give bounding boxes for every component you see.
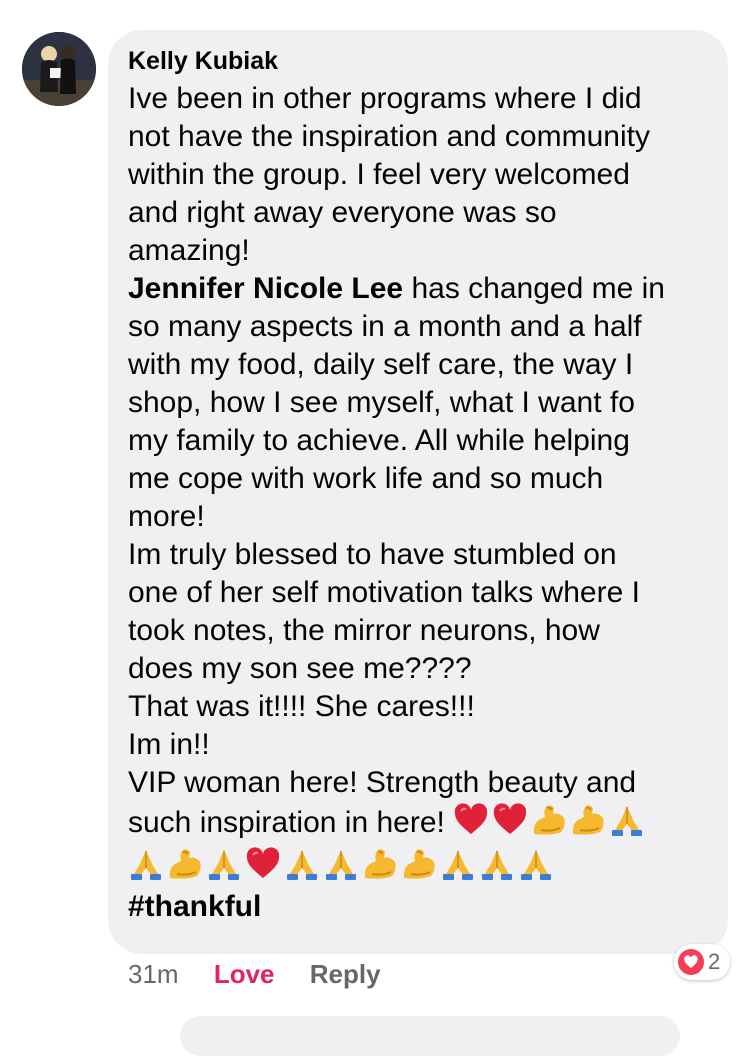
- comment-line: Im in!!: [128, 728, 210, 761]
- comment-line: within the group. I feel very welcomed: [128, 158, 630, 191]
- reaction-count-badge[interactable]: 2: [674, 944, 731, 980]
- folded-hands-icon: [206, 846, 242, 882]
- love-reaction-button[interactable]: Love: [214, 959, 275, 989]
- comment-line: That was it!!!! She cares!!!: [128, 690, 475, 723]
- hashtag-link[interactable]: #thankful: [128, 888, 718, 926]
- timestamp[interactable]: 31m: [128, 959, 179, 989]
- red-heart-icon: [245, 846, 281, 882]
- comment-line: not have the inspiration and community: [128, 120, 650, 153]
- comment-line: has changed me in: [411, 272, 665, 305]
- flexed-biceps-icon: [167, 846, 203, 882]
- folded-hands-icon: [128, 846, 164, 882]
- folded-hands-icon: [284, 846, 320, 882]
- comment-line: shop, how I see myself, what I want fo: [128, 386, 635, 419]
- comment-line: Ive been in other programs where I did: [128, 82, 642, 115]
- emoji-row: [128, 846, 718, 888]
- mention-link[interactable]: Jennifer Nicole Lee: [128, 272, 403, 305]
- comment-line-with-mention: Jennifer Nicole Lee has changed me in: [128, 270, 718, 308]
- comment-line: took notes, the mirror neurons, how: [128, 614, 600, 647]
- flexed-biceps-icon: [401, 846, 437, 882]
- folded-hands-icon: [609, 802, 645, 838]
- heart-icon: [678, 949, 704, 975]
- avatar-photo: [22, 32, 96, 106]
- comment-line: so many aspects in a month and a half: [128, 310, 642, 343]
- emoji-group: [453, 803, 648, 839]
- comment-line: Im truly blessed to have stumbled on: [128, 538, 617, 571]
- flexed-biceps-icon: [531, 802, 567, 838]
- comment-line: my family to achieve. All while helping: [128, 424, 630, 457]
- folded-hands-icon: [323, 846, 359, 882]
- flexed-biceps-icon: [362, 846, 398, 882]
- folded-hands-icon: [518, 846, 554, 882]
- comment-line: one of her self motivation talks where I: [128, 576, 640, 609]
- comment-line: and right away everyone was so: [128, 196, 557, 229]
- comment-line: VIP woman here! Strength beauty and: [128, 766, 637, 799]
- comment-line: such inspiration in here!: [128, 806, 445, 839]
- comment-actions: 31m Love Reply: [128, 958, 409, 990]
- reply-button[interactable]: Reply: [310, 959, 381, 989]
- folded-hands-icon: [479, 846, 515, 882]
- red-heart-icon: [453, 802, 489, 838]
- comment-author[interactable]: Kelly Kubiak: [128, 46, 278, 76]
- flexed-biceps-icon: [570, 802, 606, 838]
- reaction-count: 2: [708, 949, 721, 974]
- comment-line: amazing!: [128, 234, 250, 267]
- comment-line: me cope with work life and so much: [128, 462, 604, 495]
- red-heart-icon: [492, 802, 528, 838]
- author-avatar[interactable]: [22, 32, 96, 106]
- folded-hands-icon: [440, 846, 476, 882]
- comment-line: more!: [128, 500, 205, 533]
- comment-line: does my son see me????: [128, 652, 472, 685]
- comment-text: Ive been in other programs where I did n…: [128, 80, 718, 926]
- next-comment-bubble: [180, 1016, 680, 1056]
- comment-line: with my food, daily self care, the way I: [128, 348, 634, 381]
- comment-line-with-emoji: such inspiration in here!: [128, 802, 718, 842]
